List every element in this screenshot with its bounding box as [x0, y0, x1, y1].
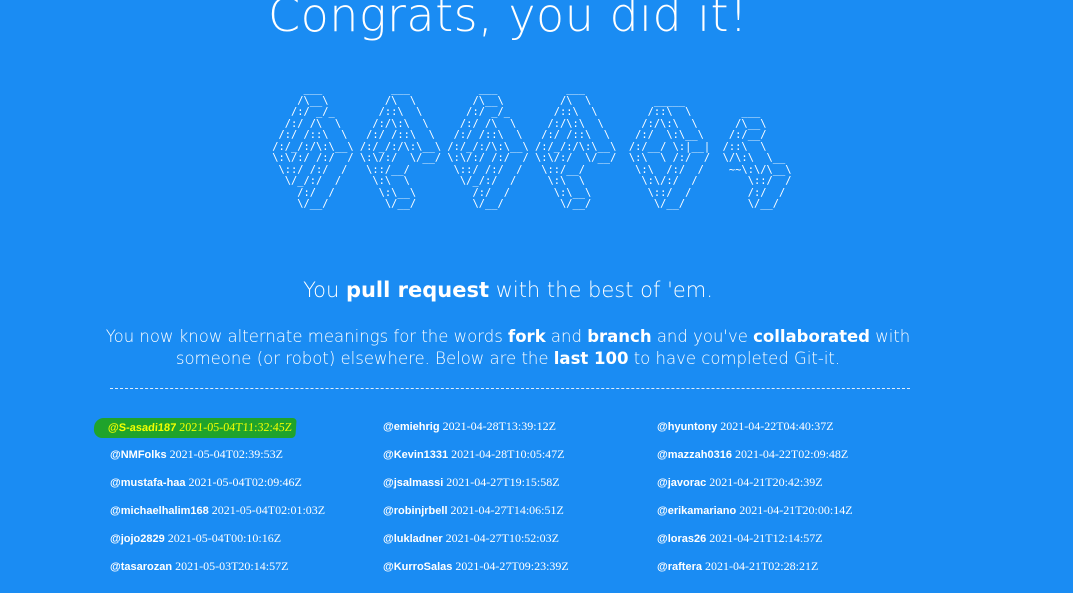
tagline: You pull request with the best of 'em.: [0, 278, 1016, 302]
entry-content: @emiehrig 2021-04-28T13:39:12Z: [383, 419, 556, 433]
entry-content: @mazzah0316 2021-04-22T02:09:48Z: [657, 447, 848, 461]
completion-timestamp: 2021-05-04T11:32:45Z: [178, 420, 293, 434]
completer-entry: @robinjrbell 2021-04-27T14:06:51Z: [383, 502, 569, 530]
tagline-text: You: [303, 278, 346, 302]
username-link[interactable]: @erikamariano: [657, 505, 736, 517]
completion-timestamp: 2021-04-27T10:52:03Z: [445, 531, 559, 545]
entry-content: @robinjrbell 2021-04-27T14:06:51Z: [383, 503, 564, 517]
username-link[interactable]: @tasarozan: [110, 561, 172, 573]
page-title: Congrats, you did it!: [267, 0, 749, 42]
entry-content: @tasarozan 2021-05-03T20:14:57Z: [110, 559, 288, 573]
completer-entry: @jojo2829 2021-05-04T00:10:16Z: [110, 530, 325, 558]
completer-entry: @S-asadi187 2021-05-04T11:32:45Z: [93, 418, 325, 446]
username-link[interactable]: @lukladner: [383, 533, 443, 545]
tagline-bold: pull request: [345, 278, 490, 302]
entry-content: @lukladner 2021-04-27T10:52:03Z: [383, 531, 559, 545]
tagline-text-end: with the best of 'em.: [489, 278, 713, 302]
entry-content: @michaelhalim168 2021-05-04T02:01:03Z: [110, 503, 325, 517]
completer-entry: @emiehrig 2021-04-28T13:39:12Z: [383, 418, 569, 446]
completer-entry: @hyuntony 2021-04-22T04:40:37Z: [657, 418, 853, 446]
completer-entry: @lukladner 2021-04-27T10:52:03Z: [383, 530, 569, 558]
username-link[interactable]: @mazzah0316: [657, 449, 732, 461]
description-bold: fork: [508, 327, 546, 346]
entry-content: @NMFolks 2021-05-04T02:39:53Z: [110, 447, 283, 461]
highlighted-entry: @S-asadi187 2021-05-04T11:32:45Z: [93, 418, 297, 438]
completion-timestamp: 2021-05-04T00:10:16Z: [167, 531, 282, 545]
completer-entry: @michaelhalim168 2021-05-04T02:01:03Z: [110, 502, 325, 530]
username-link[interactable]: @jojo2829: [110, 533, 165, 545]
completer-entry: @KurroSalas 2021-04-27T09:23:39Z: [383, 558, 569, 586]
description-bold: branch: [587, 327, 652, 346]
completer-entry: @mazzah0316 2021-04-22T02:09:48Z: [657, 446, 853, 474]
username-link[interactable]: @NMFolks: [110, 449, 167, 461]
username-link[interactable]: @jsalmassi: [383, 477, 443, 489]
description: You now know alternate meanings for the …: [100, 326, 916, 370]
completer-entry: @loras26 2021-04-21T12:14:57Z: [657, 530, 853, 558]
completers-column-3: @hyuntony 2021-04-22T04:40:37Z @mazzah031…: [657, 418, 853, 586]
entry-content: @raftera 2021-04-21T02:28:21Z: [657, 559, 818, 573]
completion-timestamp: 2021-05-04T02:01:03Z: [211, 503, 326, 517]
completer-entry: @mustafa-haa 2021-05-04T02:09:46Z: [110, 474, 325, 502]
username-link[interactable]: @KurroSalas: [383, 561, 452, 573]
entry-content: @javorac 2021-04-21T20:42:39Z: [657, 475, 823, 489]
entry-content: @jsalmassi 2021-04-27T19:15:58Z: [383, 475, 560, 489]
ascii-art-banner: ___ ___ ___ ___ /\__\ /\ \ /\__\ /\ \ __…: [272, 83, 792, 210]
completion-timestamp: 2021-05-04T02:09:46Z: [188, 475, 302, 489]
entry-content: @loras26 2021-04-21T12:14:57Z: [657, 531, 823, 545]
description-text: You now know alternate meanings for the …: [105, 327, 509, 346]
description-text: and you've: [651, 327, 754, 346]
completers-column-1: @S-asadi187 2021-05-04T11:32:45Z @NMFolks…: [93, 418, 325, 586]
completion-timestamp: 2021-04-27T09:23:39Z: [455, 559, 569, 573]
entry-content: @mustafa-haa 2021-05-04T02:09:46Z: [110, 475, 302, 489]
description-text: to have completed Git-it.: [628, 349, 841, 368]
completer-entry: @erikamariano 2021-04-21T20:00:14Z: [657, 502, 853, 530]
completion-timestamp: 2021-04-27T19:15:58Z: [446, 475, 560, 489]
description-text: and: [545, 327, 588, 346]
username-link[interactable]: @javorac: [657, 477, 706, 489]
description-bold: collaborated: [753, 327, 870, 346]
username-link[interactable]: @raftera: [657, 561, 702, 573]
entry-content: @jojo2829 2021-05-04T00:10:16Z: [110, 531, 281, 545]
completion-timestamp: 2021-05-03T20:14:57Z: [175, 559, 289, 573]
completion-timestamp: 2021-04-21T20:00:14Z: [739, 503, 853, 517]
description-bold: last 100: [553, 349, 629, 368]
username-link[interactable]: @robinjrbell: [383, 505, 448, 517]
dashed-divider: [110, 388, 910, 389]
completion-timestamp: 2021-05-04T02:39:53Z: [169, 447, 283, 461]
entry-content: @KurroSalas 2021-04-27T09:23:39Z: [383, 559, 569, 573]
completer-entry: @jsalmassi 2021-04-27T19:15:58Z: [383, 474, 569, 502]
entry-content: @erikamariano 2021-04-21T20:00:14Z: [657, 503, 853, 517]
completer-entry: @tasarozan 2021-05-03T20:14:57Z: [110, 558, 325, 586]
entry-content: @hyuntony 2021-04-22T04:40:37Z: [657, 419, 834, 433]
username-link[interactable]: @Kevin1331: [383, 449, 448, 461]
completion-timestamp: 2021-04-21T02:28:21Z: [704, 559, 819, 573]
completer-entry: @Kevin1331 2021-04-28T10:05:47Z: [383, 446, 569, 474]
completers-column-2: @emiehrig 2021-04-28T13:39:12Z @Kevin1331…: [383, 418, 569, 586]
completion-timestamp: 2021-04-28T13:39:12Z: [442, 419, 556, 433]
username-link[interactable]: @michaelhalim168: [110, 505, 209, 517]
completer-entry: @javorac 2021-04-21T20:42:39Z: [657, 474, 853, 502]
completer-entry: @raftera 2021-04-21T02:28:21Z: [657, 558, 853, 586]
completer-entry: @NMFolks 2021-05-04T02:39:53Z: [110, 446, 325, 474]
completion-timestamp: 2021-04-27T14:06:51Z: [450, 503, 564, 517]
username-link[interactable]: @S-asadi187: [108, 422, 177, 434]
completion-timestamp: 2021-04-22T02:09:48Z: [734, 447, 849, 461]
completion-timestamp: 2021-04-21T12:14:57Z: [709, 531, 823, 545]
completion-timestamp: 2021-04-22T04:40:37Z: [720, 419, 834, 433]
completion-timestamp: 2021-04-28T10:05:47Z: [451, 447, 565, 461]
username-link[interactable]: @hyuntony: [657, 421, 717, 433]
entry-content: @Kevin1331 2021-04-28T10:05:47Z: [383, 447, 564, 461]
username-link[interactable]: @loras26: [657, 533, 706, 545]
username-link[interactable]: @mustafa-haa: [110, 477, 186, 489]
completion-timestamp: 2021-04-21T20:42:39Z: [709, 475, 823, 489]
username-link[interactable]: @emiehrig: [383, 421, 440, 433]
